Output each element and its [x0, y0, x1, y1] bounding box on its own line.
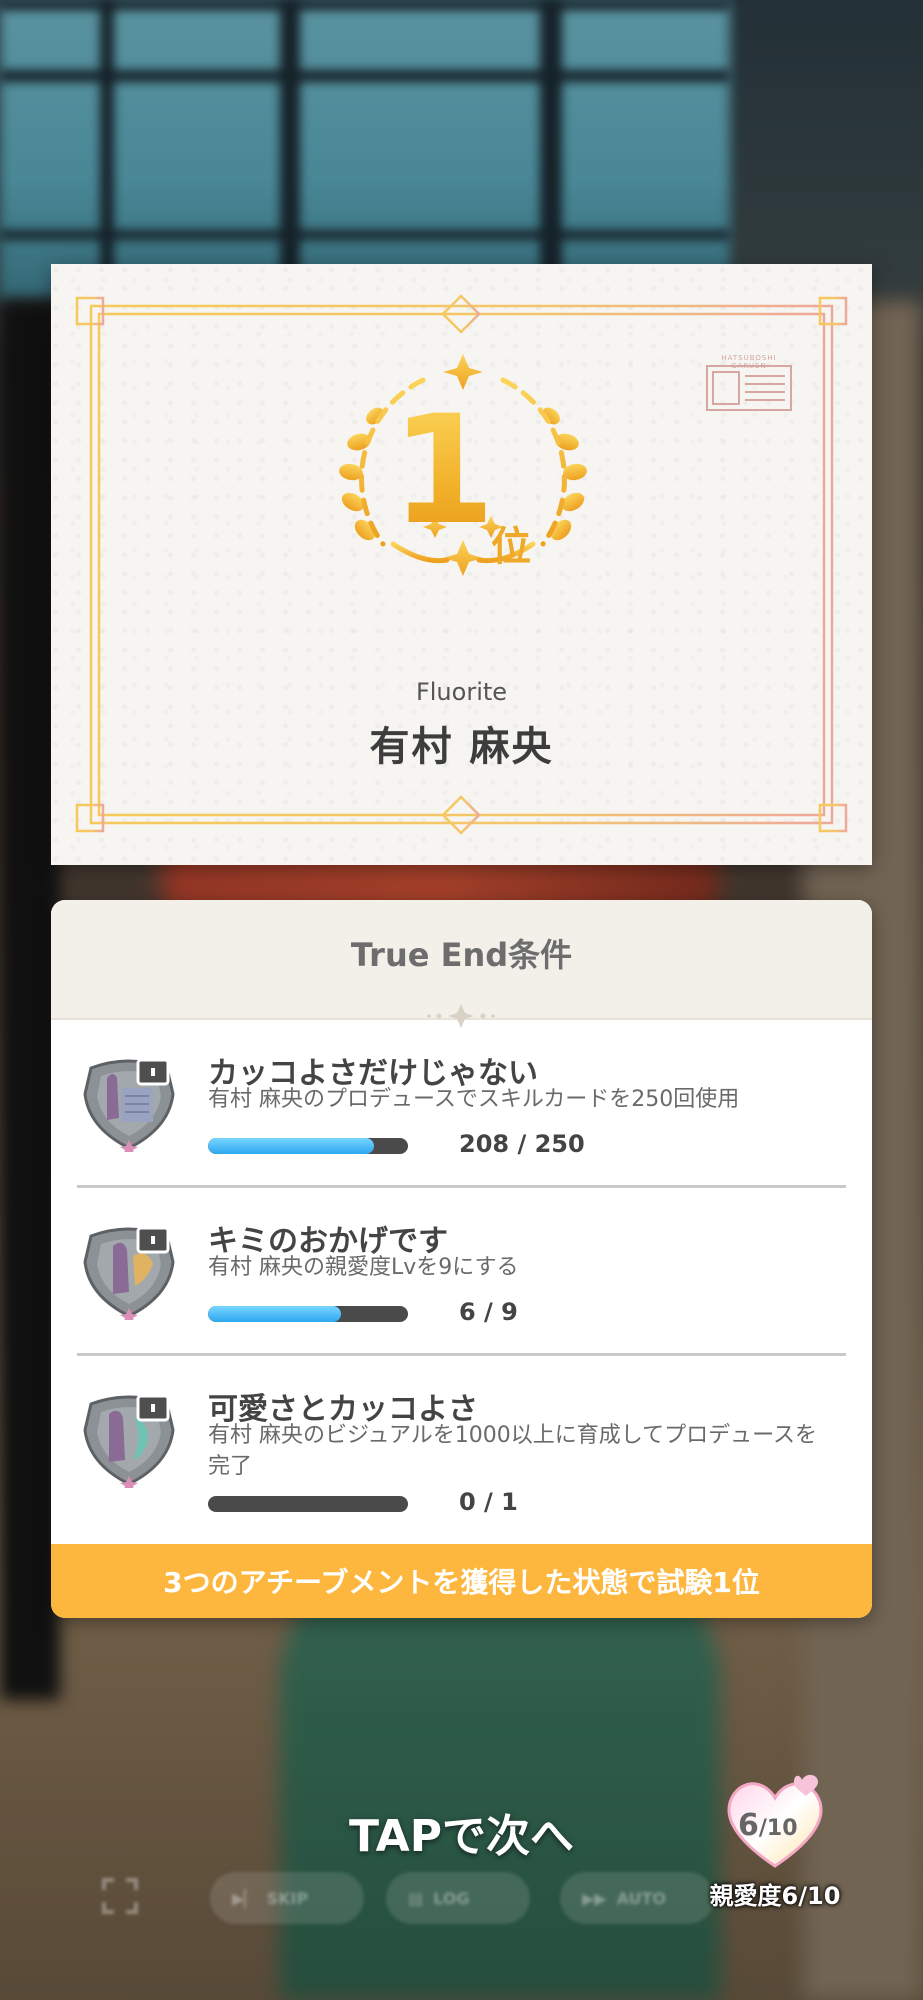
achievement-progress-bar: [208, 1138, 408, 1154]
affection-label: 親愛度6/10: [709, 1882, 841, 1910]
requirement-text: 3つのアチーブメントを獲得した状態で試験1位: [163, 1566, 760, 1599]
achievement-item[interactable]: 可愛さとカッコよさ 有村 麻央のビジュアルを1000以上に育成してプロデュースを…: [77, 1356, 846, 1524]
panel-header: True End条件: [51, 900, 872, 1028]
achievement-progress-text: 6 / 9: [459, 1298, 518, 1326]
achievement-item[interactable]: キミのおかげです 有村 麻央の親愛度Lvを9にする 6 / 9: [77, 1188, 846, 1356]
achievement-description: 有村 麻央の親愛度Lvを9にする: [208, 1255, 519, 1280]
ranking-certificate: HATSUBOSHI GAKUEN 1 位 Fluorite 有村 麻央: [51, 264, 872, 865]
lock-icon: [136, 1043, 170, 1086]
achievement-progress-text: 0 / 1: [459, 1488, 518, 1516]
skip-icon: ▶▏: [232, 1888, 257, 1908]
skip-label: SKIP: [266, 1888, 309, 1908]
auto-icon: ▶▶: [582, 1888, 607, 1908]
achievement-list: カッコよさだけじゃない 有村 麻央のプロデュースでスキルカードを250回使用 2…: [77, 1020, 846, 1524]
true-end-requirement-banner: 3つのアチーブメントを獲得した状態で試験1位: [51, 1544, 872, 1618]
achievement-item[interactable]: カッコよさだけじゃない 有村 麻央のプロデュースでスキルカードを250回使用 2…: [77, 1020, 846, 1188]
progress-fill: [208, 1306, 342, 1322]
progress-fill: [208, 1138, 375, 1154]
achievement-description: 有村 麻央のビジュアルを1000以上に育成してプロデュースを完了: [208, 1423, 818, 1479]
stamp-label: HATSUBOSHI GAKUEN: [721, 354, 777, 370]
achievement-progress-text: 208 / 250: [459, 1130, 585, 1158]
rank-unit: 位: [491, 524, 531, 570]
idol-name: 有村 麻央: [369, 724, 554, 770]
achievement-description: 有村 麻央のプロデュースでスキルカードを250回使用: [208, 1087, 740, 1112]
achievement-progress-bar: [208, 1496, 408, 1512]
true-end-conditions-panel: True End条件 カッコよさだけじゃない 有村 麻央のプロデュースでスキルカ…: [51, 900, 872, 1618]
auto-label: AUTO: [616, 1888, 667, 1908]
log-button[interactable]: ▤ LOG: [386, 1872, 530, 1924]
lock-icon: [136, 1379, 170, 1422]
unit-name: Fluorite: [415, 678, 508, 706]
skip-button[interactable]: ▶▏ SKIP: [210, 1872, 364, 1924]
achievement-progress-bar: [208, 1306, 408, 1322]
log-label: LOG: [433, 1888, 470, 1908]
affection-value: 6/10: [738, 1808, 798, 1843]
lock-icon: [136, 1211, 170, 1254]
rank-number: 1: [391, 384, 496, 558]
affection-max: /10: [758, 1816, 798, 1841]
affection-current: 6: [738, 1808, 759, 1843]
fullscreen-icon[interactable]: [100, 1876, 140, 1916]
panel-title: True End条件: [350, 936, 573, 974]
log-icon: ▤: [408, 1888, 424, 1908]
